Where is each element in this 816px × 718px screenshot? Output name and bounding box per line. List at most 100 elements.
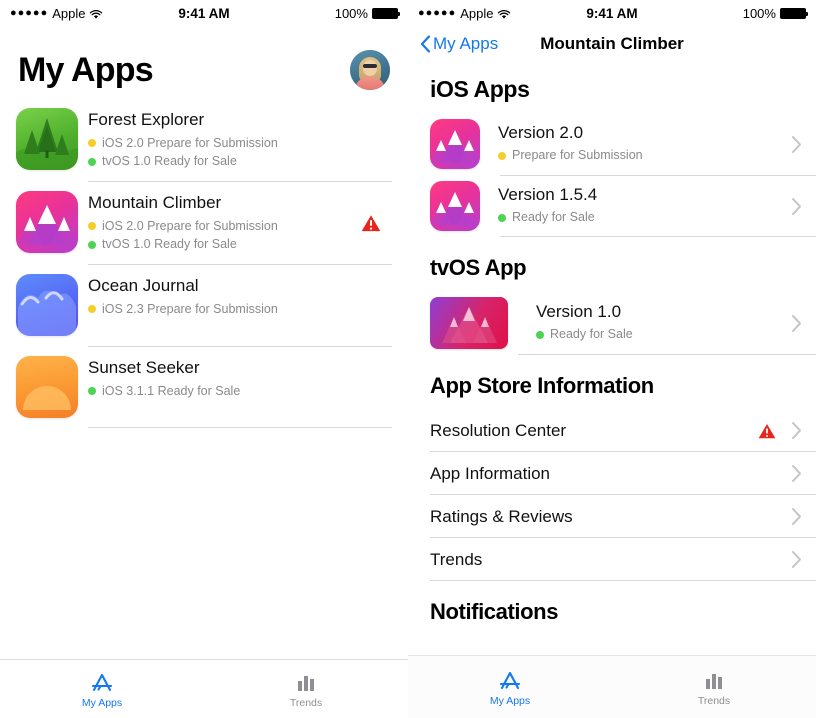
tab-trends[interactable]: Trends [204,670,408,709]
chevron-right-icon [791,464,802,483]
status-text: iOS 2.0 Prepare for Submission [102,218,278,233]
account-avatar[interactable] [350,50,390,90]
tab-label: My Apps [489,694,531,707]
app-status: iOS 2.3 Prepare for Submission [88,300,392,319]
link-label: Resolution Center [430,420,567,440]
page-title: My Apps [18,50,154,89]
navigation-bar: My Apps Mountain Climber [408,26,816,62]
battery-percent-label: 100% [742,5,776,21]
my-apps-screen: ●●●●● Apple 9:41 AM 100% My Apps Forest … [0,0,408,718]
sunset-seeker-app-icon [16,356,78,419]
status-text: iOS 2.3 Prepare for Submission [102,301,278,316]
link-label: Ratings & Reviews [430,506,573,526]
status-dot-yellow-icon [88,138,96,147]
app-store-icon [497,668,523,694]
status-text: Ready for Sale [512,210,595,225]
chevron-right-icon [791,314,802,333]
status-dot-yellow-icon [88,221,96,230]
status-text: tvOS 1.0 Ready for Sale [102,154,237,169]
battery-percent-label: 100% [334,5,368,21]
status-dot-green-icon [498,213,506,222]
battery-full-icon [371,7,400,19]
chevron-right-icon [791,550,802,569]
signal-dots-icon: ●●●●● [10,6,49,19]
clock-label: 9:41 AM [178,5,230,21]
version-status: Ready for Sale [498,208,783,227]
chevron-right-icon [791,421,802,440]
mountain-climber-app-icon [430,119,480,169]
list-item[interactable]: Sunset Seeker iOS 3.1.1 Ready for Sale [0,346,408,429]
app-name: Mountain Climber [88,193,222,213]
list-item[interactable]: Mountain Climber iOS 2.0 Prepare for Sub… [0,181,408,264]
app-info: Mountain Climber iOS 2.0 Prepare for Sub… [88,191,360,254]
chevron-right-icon [791,135,802,154]
status-text: Ready for Sale [550,327,633,342]
tab-label: My Apps [81,696,123,709]
version-row[interactable]: Version 1.0 Ready for Sale [408,291,816,355]
clock-label: 9:41 AM [586,5,638,21]
version-title: Version 1.5.4 [498,185,598,205]
ocean-journal-app-icon [16,274,78,337]
status-bar-battery-group: 100% [678,5,808,21]
app-name: Forest Explorer [88,110,205,129]
mountain-climber-tvos-icon [430,297,508,349]
app-status: iOS 2.0 Prepare for Submission [88,134,392,153]
mountain-climber-app-icon [430,181,480,231]
app-info: Sunset Seeker iOS 3.1.1 Ready for Sale [88,356,392,400]
link-row-resolution-center[interactable]: Resolution Center [408,409,816,452]
warning-triangle-icon [360,213,382,233]
version-row[interactable]: Version 1.5.4 Ready for Sale [408,175,816,237]
tab-label: Trends [697,694,731,707]
status-text: tvOS 1.0 Ready for Sale [102,237,237,252]
dual-screen-container: ●●●●● Apple 9:41 AM 100% My Apps Forest … [0,0,816,718]
version-status: Prepare for Submission [498,146,783,165]
chevron-left-icon [420,35,431,53]
status-dot-green-icon [88,157,96,166]
link-row-ratings-reviews[interactable]: Ratings & Reviews [408,495,816,538]
app-status: iOS 2.0 Prepare for Submission [88,217,360,236]
status-dot-yellow-icon [498,151,506,160]
app-status: tvOS 1.0 Ready for Sale [88,235,360,254]
section-heading-tvos-app: tvOS App [430,255,527,280]
status-bar-carrier-group: ●●●●● Apple [418,6,546,21]
status-text: iOS 2.0 Prepare for Submission [102,135,278,150]
version-row[interactable]: Version 2.0 Prepare for Submission [408,113,816,175]
chevron-right-icon [791,507,802,526]
wifi-icon [497,8,511,19]
status-dot-green-icon [88,387,96,396]
app-status: tvOS 1.0 Ready for Sale [88,152,392,171]
wifi-icon [89,8,103,19]
avatar-sunglasses [363,64,377,68]
status-text: Prepare for Submission [512,148,643,163]
bar-chart-icon [293,670,319,696]
tab-trends[interactable]: Trends [612,668,816,707]
tab-my-apps[interactable]: My Apps [0,670,204,709]
version-info: Version 1.5.4 Ready for Sale [498,185,783,227]
app-info: Ocean Journal iOS 2.3 Prepare for Submis… [88,274,392,318]
status-dot-green-icon [536,330,544,339]
link-label: App Information [430,463,551,483]
version-info: Version 1.0 Ready for Sale [536,302,783,344]
version-title: Version 1.0 [536,302,622,322]
warning-triangle-icon [757,422,777,440]
forest-explorer-app-icon [16,108,78,170]
app-detail-screen: ●●●●● Apple 9:41 AM 100% My Apps Mountai… [408,0,816,718]
app-name: Ocean Journal [88,276,199,296]
avatar-face [363,60,377,76]
version-title: Version 2.0 [498,123,584,143]
section-heading-notifications: Notifications [430,599,559,624]
tab-bar-right: My Apps Trends [408,655,816,718]
link-row-trends[interactable]: Trends [408,538,816,581]
back-button[interactable]: My Apps [420,34,498,54]
status-bar-carrier-group: ●●●●● Apple [10,6,138,21]
signal-dots-icon: ●●●●● [418,6,457,19]
list-item[interactable]: Ocean Journal iOS 2.3 Prepare for Submis… [0,264,408,346]
list-item[interactable]: Forest Explorer iOS 2.0 Prepare for Subm… [0,98,408,181]
chevron-right-icon [791,197,802,216]
battery-full-icon [779,7,808,19]
status-bar-battery-group: 100% [270,5,400,21]
tab-my-apps[interactable]: My Apps [408,668,612,707]
app-store-icon [89,670,115,696]
link-row-app-information[interactable]: App Information [408,452,816,495]
version-status: Ready for Sale [536,325,783,344]
